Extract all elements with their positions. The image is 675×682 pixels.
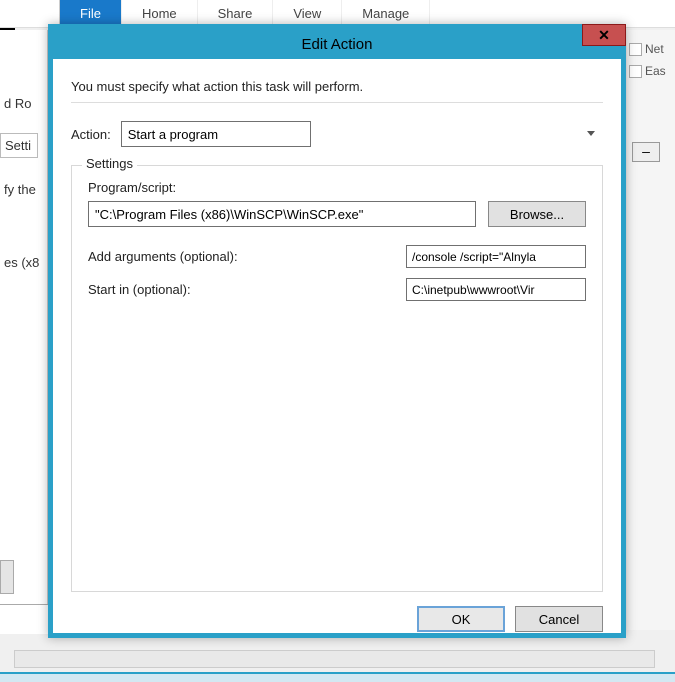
- collapse-button[interactable]: –: [632, 142, 660, 162]
- dialog-buttons: OK Cancel: [71, 606, 603, 632]
- settings-fieldset: Settings Program/script: Browse... Add a…: [71, 165, 603, 592]
- start-in-row: Start in (optional):: [88, 278, 586, 301]
- document-icon: [629, 65, 642, 78]
- ok-button[interactable]: OK: [417, 606, 505, 632]
- tab-share[interactable]: Share: [198, 0, 274, 27]
- start-in-label: Start in (optional):: [88, 282, 191, 297]
- bg-window-border: [0, 672, 675, 682]
- program-row: Browse...: [88, 201, 586, 227]
- action-select-wrap[interactable]: [121, 121, 603, 147]
- start-in-input[interactable]: [406, 278, 586, 301]
- ribbon-corner: [0, 0, 60, 27]
- bg-text-fragment: es (x8: [0, 251, 47, 274]
- bg-text-fragment: d Ro: [0, 92, 47, 115]
- dialog-titlebar[interactable]: Edit Action ✕: [53, 29, 621, 59]
- tab-home[interactable]: Home: [122, 0, 198, 27]
- tab-manage[interactable]: Manage: [342, 0, 430, 27]
- bg-text-fragment: fy the: [0, 178, 47, 201]
- arguments-label: Add arguments (optional):: [88, 249, 238, 264]
- document-icon: [629, 43, 642, 56]
- action-row: Action:: [71, 121, 603, 147]
- bg-right-item-eas: Eas: [627, 60, 675, 82]
- cancel-button[interactable]: Cancel: [515, 606, 603, 632]
- bg-right-panel: Net Eas –: [627, 30, 675, 630]
- action-select[interactable]: [121, 121, 311, 147]
- divider: [71, 102, 603, 103]
- close-button[interactable]: ✕: [582, 24, 626, 46]
- bg-left-panel: d Ro Setti fy the es (x8: [0, 30, 48, 630]
- tab-file[interactable]: File: [60, 0, 122, 27]
- tab-view[interactable]: View: [273, 0, 342, 27]
- bg-text-fragment: Setti: [0, 133, 38, 158]
- bg-right-label: Net: [645, 42, 664, 56]
- edit-action-dialog: Edit Action ✕ You must specify what acti…: [48, 24, 626, 638]
- browse-button[interactable]: Browse...: [488, 201, 586, 227]
- arguments-row: Add arguments (optional):: [88, 245, 586, 268]
- action-label: Action:: [71, 127, 111, 142]
- bg-button-fragment: [0, 560, 14, 594]
- program-input[interactable]: [88, 201, 476, 227]
- bg-border-fragment: [0, 604, 48, 634]
- arguments-input[interactable]: [406, 245, 586, 268]
- close-icon: ✕: [598, 27, 610, 44]
- dialog-title: Edit Action: [302, 36, 373, 53]
- bg-scrollbar[interactable]: [14, 650, 655, 668]
- settings-legend: Settings: [82, 156, 137, 171]
- dialog-body: You must specify what action this task w…: [53, 59, 621, 644]
- bg-right-item-net: Net: [627, 38, 675, 60]
- bg-right-label: Eas: [645, 64, 666, 78]
- program-label: Program/script:: [88, 180, 586, 195]
- intro-text: You must specify what action this task w…: [71, 79, 603, 94]
